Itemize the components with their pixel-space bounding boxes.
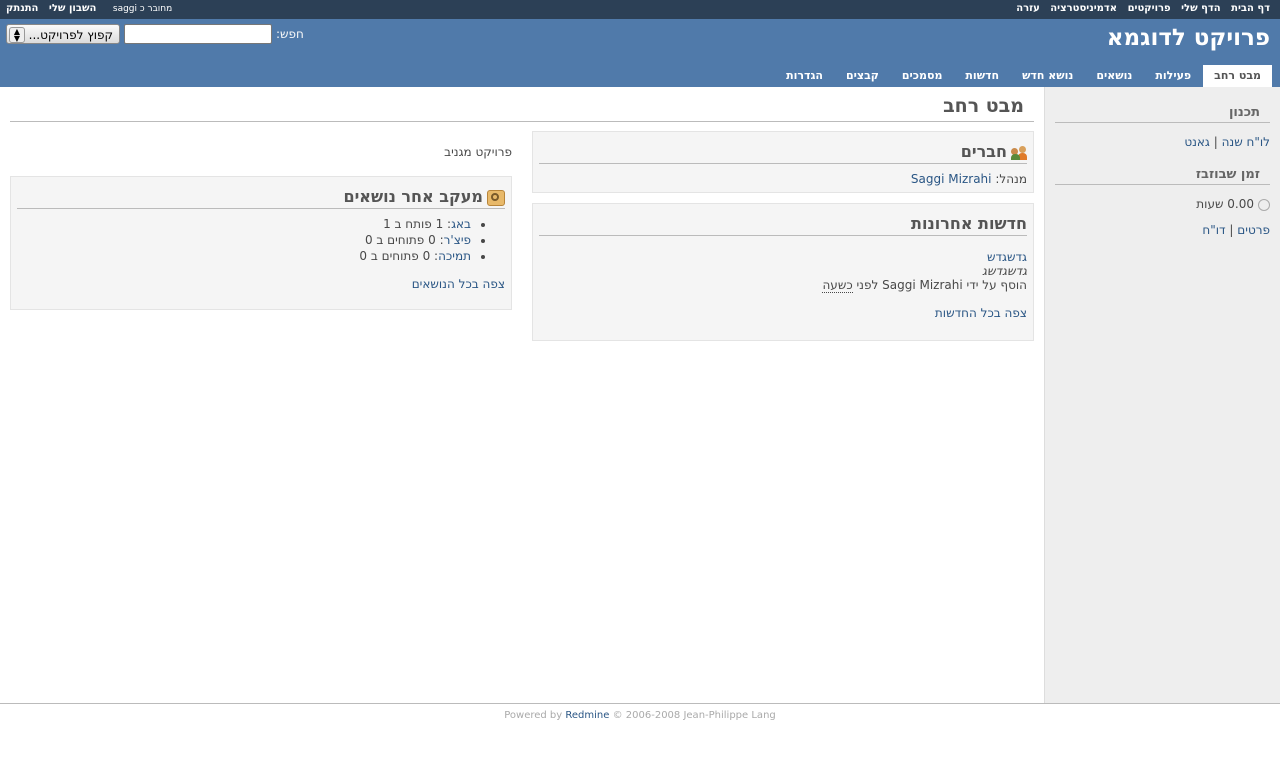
top-menu-account: מחובר כ saggi השבון שלי התנתק: [6, 3, 172, 14]
jump-to-project-label: קפוץ לפרויקט...: [28, 28, 113, 42]
tracker-support-count: : 0 פתוחים ב 0: [359, 249, 439, 263]
tab-files[interactable]: קבצים: [835, 65, 890, 87]
view-all-issues-line: צפה בכל הנושאים: [17, 277, 505, 291]
issue-tracking-box: מעקב אחר נושאים באג: 1 פותח ב 1 פיצ'ר: 0…: [10, 176, 512, 310]
tracker-feature-link[interactable]: פיצ'ר: [444, 233, 471, 247]
jump-to-project-select[interactable]: קפוץ לפרויקט... ▲ ▼: [6, 24, 120, 44]
logout-link[interactable]: התנתק: [6, 3, 38, 14]
tab-documents[interactable]: מסמכים: [891, 65, 954, 87]
spent-time-value: 0.00 שעות: [1055, 197, 1270, 211]
issue-tracking-icon: [487, 189, 505, 206]
left-column: פרויקט מגניב מעקב אחר נושאים באג: 1 פותח…: [10, 131, 512, 320]
tab-issues[interactable]: נושאים: [1085, 65, 1143, 87]
manager-line: מנהל: Saggi Mizrahi: [539, 172, 1027, 186]
tracker-item: תמיכה: 0 פתוחים ב 0: [17, 249, 471, 263]
members-icon: [1011, 145, 1027, 160]
added-by-prefix: הוסף על ידי: [966, 278, 1027, 292]
tracker-bug-link[interactable]: באג: [451, 217, 471, 231]
details-link[interactable]: פרטים: [1237, 223, 1270, 237]
tracker-support-link[interactable]: תמיכה: [438, 249, 471, 263]
news-item-title[interactable]: גדשגדש: [987, 250, 1027, 264]
top-menu-main: דף הבית הדף שלי פרויקטים אדמיניסטרציה עז…: [1009, 3, 1270, 14]
logged-as-text: מחובר כ saggi: [112, 4, 173, 14]
report-link[interactable]: דו"ח: [1202, 223, 1225, 237]
top-link-help[interactable]: עזרה: [1016, 3, 1040, 14]
spent-time-links: פרטים | דו"ח: [1055, 223, 1270, 237]
tracker-feature-count: : 0 פתוחים ב 0: [364, 233, 444, 247]
footer: Powered by Redmine © 2006-2008 Jean-Phil…: [0, 703, 1280, 721]
quick-search: חפש: קפוץ לפרויקט... ▲ ▼: [6, 24, 304, 44]
project-title: פרויקט לדוגמא: [1106, 25, 1270, 51]
news-time: כשעה: [822, 278, 853, 293]
news-item: גדשגדש גדשגדשג הוסף על ידי Saggi Mizrahi…: [539, 250, 1027, 293]
spent-hours: 0.00 שעות: [1196, 197, 1254, 211]
spent-time-heading: זמן שבוזבז: [1055, 167, 1270, 185]
search-label: חפש:: [276, 27, 304, 41]
gantt-link[interactable]: גאנט: [1184, 135, 1210, 149]
planning-heading: תכנון: [1055, 105, 1270, 123]
top-link-my-page[interactable]: הדף שלי: [1181, 3, 1221, 14]
trackers-list: באג: 1 פותח ב 1 פיצ'ר: 0 פתוחים ב 0 תמיכ…: [17, 217, 505, 263]
manager-link[interactable]: Saggi Mizrahi: [911, 172, 992, 186]
news-item-summary: גדשגדשג: [982, 264, 1027, 278]
members-title: חברים: [960, 142, 1007, 161]
planning-links: לו"ח שנה | גאנט: [1055, 135, 1270, 149]
tab-overview[interactable]: מבט רחב: [1203, 65, 1272, 87]
search-input[interactable]: [124, 24, 272, 44]
view-all-issues-link[interactable]: צפה בכל הנושאים: [412, 277, 505, 291]
clock-icon: [1258, 198, 1270, 211]
separator: |: [1229, 223, 1234, 237]
news-author: Saggi Mizrahi: [882, 278, 963, 292]
top-link-administration[interactable]: אדמיניסטרציה: [1050, 3, 1117, 14]
news-box: חדשות אחרונות גדשגדש גדשגדשג הוסף על ידי…: [532, 203, 1034, 341]
tab-activity[interactable]: פעילות: [1144, 65, 1202, 87]
sidebar: תכנון לו"ח שנה | גאנט זמן שבוזבז 0.00 שע…: [1044, 87, 1280, 703]
view-all-news-line: צפה בכל החדשות: [539, 306, 1027, 320]
page-title: מבט רחב: [10, 95, 1034, 122]
top-link-projects[interactable]: פרויקטים: [1128, 3, 1171, 14]
tracker-bug-count: : 1 פותח ב 1: [383, 217, 452, 231]
main-menu: מבט רחב פעילות נושאים נושא חדש חדשות מסמ…: [774, 65, 1272, 87]
tab-new-issue[interactable]: נושא חדש: [1011, 65, 1084, 87]
copyright-text: © 2006-2008 Jean-Philippe Lang: [612, 710, 776, 721]
news-heading: חדשות אחרונות: [539, 214, 1027, 236]
manager-label: מנהל:: [995, 172, 1027, 186]
before-label: לפני: [856, 278, 879, 292]
content: מבט רחב חברים מנהל: Saggi Mizrahi חדשות …: [10, 87, 1034, 703]
view-all-news-link[interactable]: צפה בכל החדשות: [935, 306, 1027, 320]
issue-tracking-heading: מעקב אחר נושאים: [17, 187, 505, 209]
separator: |: [1213, 135, 1218, 149]
redmine-link[interactable]: Redmine: [565, 710, 609, 721]
news-item-author-line: הוסף על ידי Saggi Mizrahi לפני כשעה: [822, 278, 1027, 293]
header: פרויקט לדוגמא חפש: קפוץ לפרויקט... ▲ ▼ מבט …: [0, 19, 1280, 87]
tab-settings[interactable]: הגדרות: [775, 65, 834, 87]
issue-tracking-title: מעקב אחר נושאים: [343, 187, 483, 206]
my-account-link[interactable]: השבון שלי: [49, 3, 96, 14]
tab-news[interactable]: חדשות: [954, 65, 1010, 87]
top-menu: דף הבית הדף שלי פרויקטים אדמיניסטרציה עז…: [0, 0, 1280, 19]
select-arrows-icon: ▲ ▼: [9, 27, 25, 43]
tracker-item: באג: 1 פותח ב 1: [17, 217, 471, 231]
calendar-link[interactable]: לו"ח שנה: [1222, 135, 1270, 149]
tracker-item: פיצ'ר: 0 פתוחים ב 0: [17, 233, 471, 247]
members-heading: חברים: [539, 142, 1027, 164]
powered-by-text: Powered by: [504, 710, 563, 721]
members-box: חברים מנהל: Saggi Mizrahi: [532, 131, 1034, 193]
project-description: פרויקט מגניב: [444, 145, 512, 159]
top-link-home[interactable]: דף הבית: [1231, 3, 1270, 14]
right-column: חברים מנהל: Saggi Mizrahi חדשות אחרונות …: [532, 131, 1034, 351]
